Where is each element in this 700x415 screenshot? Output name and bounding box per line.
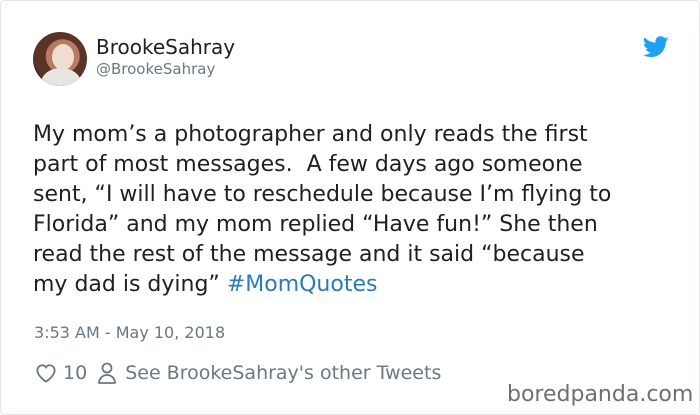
tweet-text-last-line: my dad is dying” #MomQuotes bbox=[33, 270, 683, 300]
tweet-text: My mom’s a photographer and only reads t… bbox=[33, 120, 683, 300]
person-icon bbox=[98, 362, 117, 384]
heart-icon[interactable] bbox=[35, 363, 57, 383]
user-handle[interactable]: @BrookeSahray bbox=[96, 60, 215, 78]
hashtag-link[interactable]: #MomQuotes bbox=[227, 272, 378, 297]
tweet-text-line: part of most messages. A few days ago so… bbox=[33, 152, 583, 177]
tweet-text-line: Florida” and my mom replied “Have fun!” … bbox=[33, 212, 598, 237]
avatar-body bbox=[41, 68, 81, 86]
like-count: 10 bbox=[63, 362, 88, 384]
tweet-timestamp[interactable]: 3:53 AM - May 10, 2018 bbox=[34, 323, 225, 342]
tweet-text-line: sent, “I will have to reschedule because… bbox=[33, 182, 612, 207]
avatar[interactable] bbox=[33, 32, 87, 86]
twitter-bird-icon[interactable] bbox=[643, 36, 669, 58]
other-tweets-link[interactable]: See BrookeSahray's other Tweets bbox=[125, 362, 441, 384]
display-name[interactable]: BrookeSahray bbox=[96, 35, 235, 59]
tweet-text-line: My mom’s a photographer and only reads t… bbox=[33, 122, 588, 147]
tweet-text-line: read the rest of the message and it said… bbox=[33, 242, 585, 267]
tweet-actions: 10 See BrookeSahray's other Tweets bbox=[35, 359, 441, 387]
tweet-text-line: my dad is dying” bbox=[33, 272, 227, 297]
tweet-card: BrookeSahray @BrookeSahray My mom’s a ph… bbox=[0, 0, 700, 415]
watermark: boredpanda.com bbox=[505, 382, 696, 407]
avatar-face bbox=[52, 44, 74, 70]
